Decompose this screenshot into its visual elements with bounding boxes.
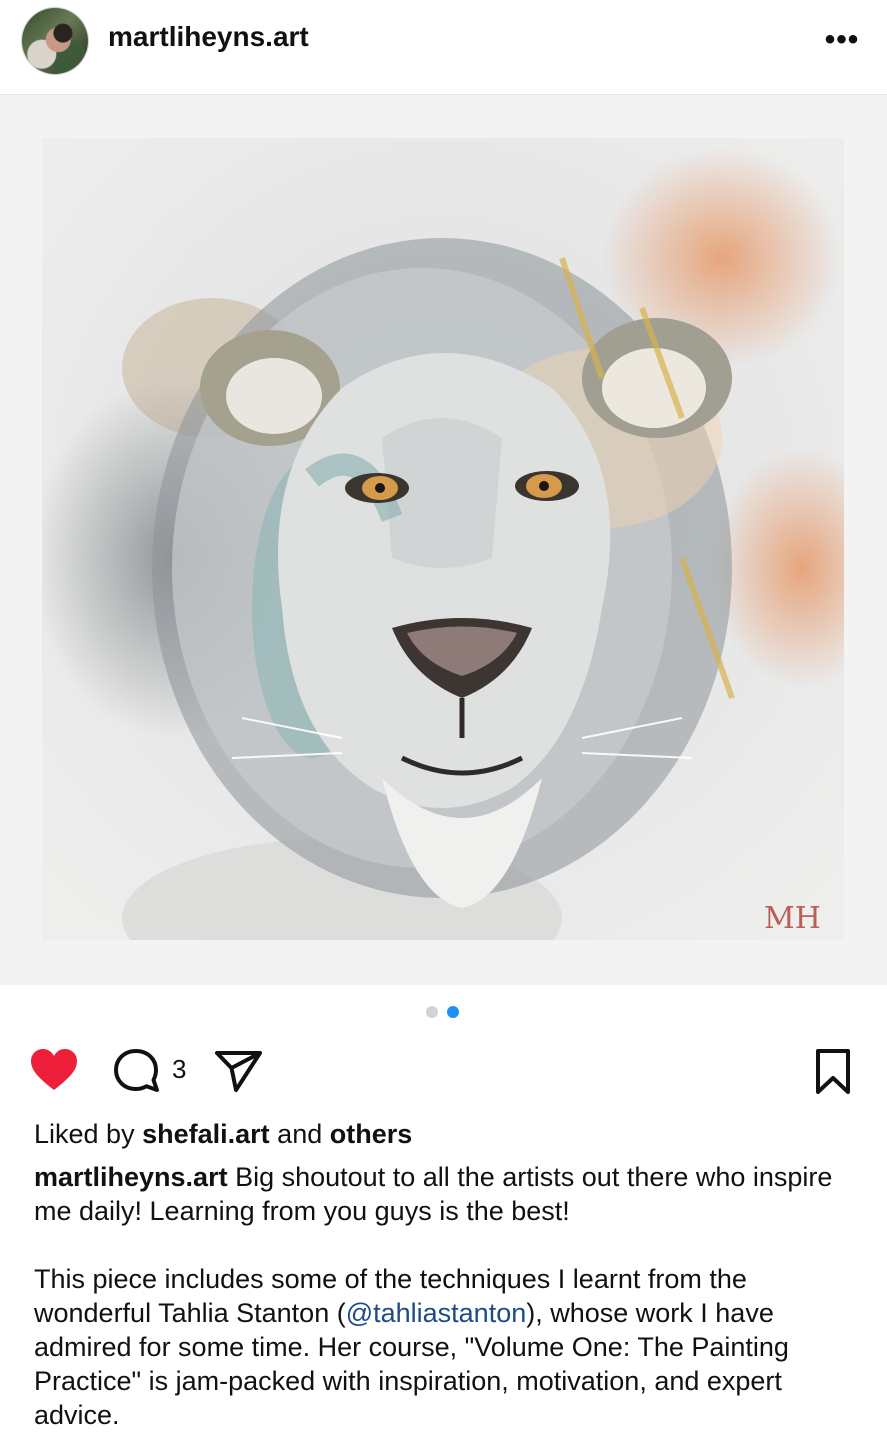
- svg-text:MH: MH: [764, 901, 821, 936]
- liked-by-line: Liked by shefali.art and others: [34, 1119, 412, 1150]
- carousel-indicator: [0, 1006, 887, 1020]
- liked-by-and: and: [277, 1119, 323, 1149]
- comment-count: 3: [172, 1054, 187, 1084]
- post-author-username[interactable]: martliheyns.art: [108, 21, 309, 53]
- post-header: martliheyns.art •••: [0, 0, 887, 95]
- more-options-icon[interactable]: •••: [820, 22, 864, 58]
- carousel-dot-1[interactable]: [426, 1006, 438, 1018]
- action-bar: 3: [0, 1040, 887, 1100]
- liked-by-user-link[interactable]: shefali.art: [142, 1119, 270, 1149]
- avatar[interactable]: [22, 8, 88, 74]
- carousel-dot-2-active[interactable]: [447, 1006, 459, 1018]
- lion-painting-image: MH: [42, 138, 844, 940]
- caption-paragraph-2: This piece includes some of the techniqu…: [34, 1262, 864, 1432]
- heart-filled-icon[interactable]: [28, 1046, 80, 1094]
- send-icon[interactable]: [212, 1046, 264, 1094]
- mention-link[interactable]: @tahliastanton: [346, 1298, 527, 1328]
- bookmark-icon[interactable]: [808, 1046, 858, 1096]
- post-caption: martliheyns.art Big shoutout to all the …: [34, 1160, 864, 1432]
- post-media[interactable]: MH: [0, 95, 887, 985]
- liked-by-prefix: Liked by: [34, 1119, 135, 1149]
- liked-by-others-link[interactable]: others: [330, 1119, 413, 1149]
- caption-paragraph-1: martliheyns.art Big shoutout to all the …: [34, 1160, 864, 1228]
- caption-author-link[interactable]: martliheyns.art: [34, 1162, 228, 1192]
- comment-icon[interactable]: [112, 1046, 162, 1094]
